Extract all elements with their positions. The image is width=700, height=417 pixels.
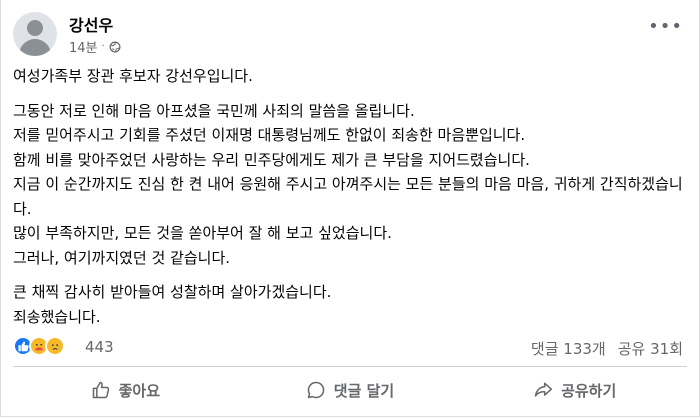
author-name[interactable]: 강선우 xyxy=(69,12,113,36)
comment-count[interactable]: 댓글 133개 xyxy=(531,338,606,359)
action-bar: 좋아요 댓글 달기 공유하기 xyxy=(13,370,687,410)
divider xyxy=(13,366,687,367)
engagement-counts: 댓글 133개 공유 31회 xyxy=(531,338,683,359)
post-line: 그러나, 여기까지였던 것 같습니다. xyxy=(13,248,231,267)
avatar-head xyxy=(27,20,43,36)
post-line: 그동안 저로 인해 마음 아프셨을 국민께 사죄의 말씀을 올립니다. xyxy=(13,101,415,120)
comment-label: 댓글 달기 xyxy=(333,381,395,400)
reaction-count[interactable]: 443 xyxy=(85,338,114,356)
post-line: 저를 믿어주시고 기회를 주셨던 이재명 대통령님께도 한없이 죄송한 마음뿐입… xyxy=(13,126,526,144)
post-line: 함께 비를 맞아주었던 사랑하는 우리 민주당에게도 제가 큰 부담을 지어드렸… xyxy=(13,150,530,169)
post-text: 여성가족부 장관 후보자 강선우입니다. 그동안 저로 인해 마음 아프셨을 국… xyxy=(13,64,689,329)
sad-reaction-icon xyxy=(45,336,65,356)
avatar-body xyxy=(19,39,51,56)
comment-icon xyxy=(307,381,325,399)
share-button[interactable]: 공유하기 xyxy=(462,370,687,410)
reaction-icons[interactable] xyxy=(13,336,65,356)
globe-icon[interactable] xyxy=(109,41,121,53)
share-count[interactable]: 공유 31회 xyxy=(618,338,683,359)
post-line: 지금 이 순간까지도 진심 한 켠 내어 응원해 주시고 아껴주시는 모든 분들… xyxy=(13,175,683,218)
post-time[interactable]: 14분 xyxy=(69,37,98,56)
post-line: 여성가족부 장관 후보자 강선우입니다. xyxy=(13,67,253,85)
post-header: 강선우 14분 · ••• xyxy=(13,10,687,60)
post-line: 죄송했습니다. xyxy=(13,307,101,326)
share-icon xyxy=(534,382,553,397)
post-line: 큰 채찍 감사히 받아들여 성찰하며 살아가겠습니다. xyxy=(13,283,332,301)
like-button[interactable]: 좋아요 xyxy=(13,370,238,410)
meta-separator: · xyxy=(101,41,105,52)
post-line: 많이 부족하지만, 모든 것을 쏟아부어 잘 해 보고 싶었습니다. xyxy=(13,224,392,242)
reactions-bar: 443 댓글 133개 공유 31회 xyxy=(13,334,683,360)
comment-button[interactable]: 댓글 달기 xyxy=(238,370,463,410)
post-card: 강선우 14분 · ••• 여성가족부 장관 후보자 강선우입니다. 그동안 저… xyxy=(0,0,700,417)
post-meta: 14분 · xyxy=(69,37,121,56)
more-options-icon[interactable]: ••• xyxy=(648,16,683,37)
thumbs-up-icon xyxy=(92,381,109,399)
avatar[interactable] xyxy=(13,12,57,56)
share-label: 공유하기 xyxy=(561,381,617,400)
like-label: 좋아요 xyxy=(118,381,161,400)
